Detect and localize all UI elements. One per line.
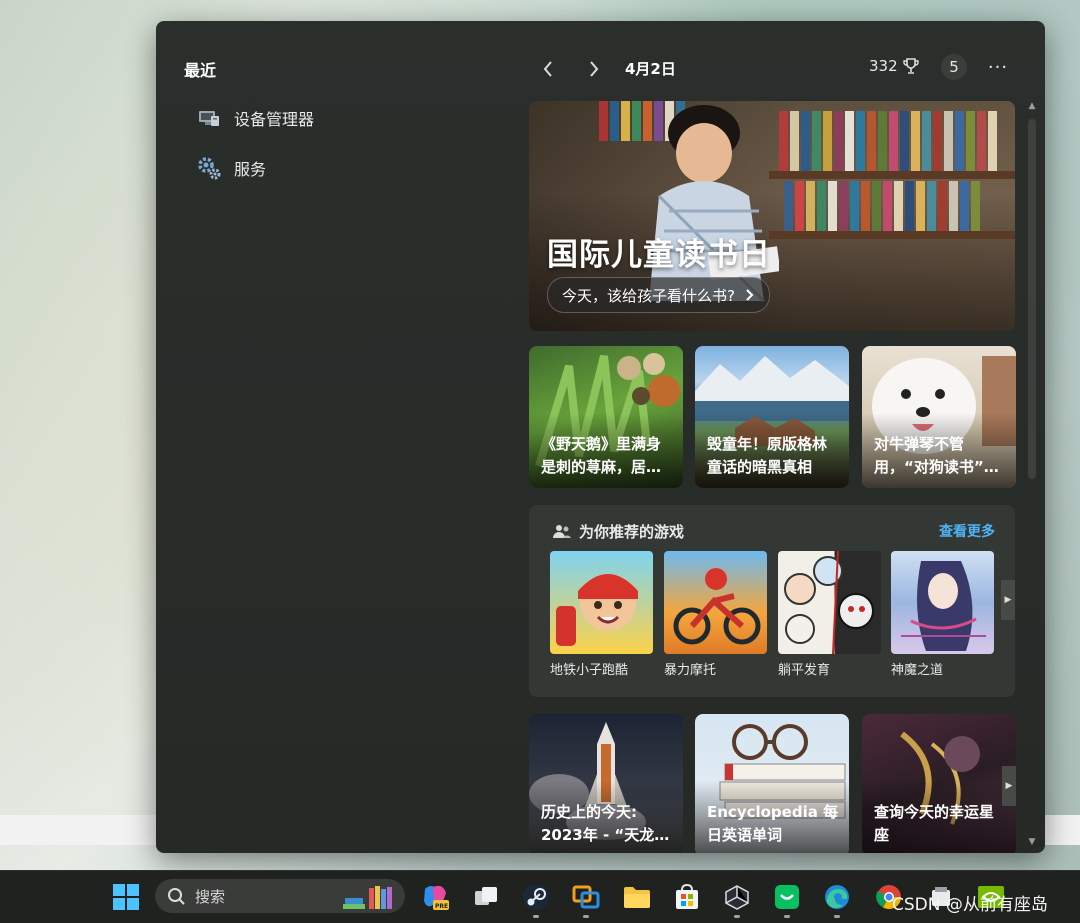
unity-icon bbox=[725, 885, 749, 910]
search-icon bbox=[168, 888, 185, 905]
news-card[interactable]: 毁童年！原版格林童话的暗黑真相 bbox=[695, 346, 849, 488]
steam-button[interactable] bbox=[520, 881, 552, 918]
folder-icon bbox=[624, 887, 650, 908]
recent-item-device-manager[interactable]: 设备管理器 bbox=[196, 105, 314, 131]
edge-icon bbox=[825, 885, 849, 909]
store-icon bbox=[676, 884, 698, 909]
search-placeholder: 搜索 bbox=[195, 887, 226, 906]
current-date: 4月2日 bbox=[625, 60, 676, 78]
task-view-icon bbox=[475, 887, 497, 905]
recent-title: 最近 bbox=[184, 61, 217, 80]
news-card[interactable]: 查询今天的幸运星座 ▶ bbox=[862, 714, 1016, 853]
see-more-link[interactable]: 查看更多 bbox=[939, 521, 995, 541]
shelf-decoration bbox=[769, 231, 1015, 239]
csdn-watermark: CSDN @从前有座岛 bbox=[892, 895, 1048, 915]
recent-item-label: 设备管理器 bbox=[234, 110, 315, 129]
unity-hub-button[interactable] bbox=[721, 881, 753, 918]
chevron-right-icon bbox=[590, 61, 599, 77]
hero-card[interactable]: 国际儿童读书日 今天，该给孩子看什么书? bbox=[529, 101, 1015, 331]
game-tile[interactable]: 地铁小子跑酷 bbox=[550, 551, 653, 678]
games-scroll-right-button[interactable]: ▶ bbox=[1001, 580, 1015, 620]
subway-surfers-image bbox=[550, 551, 653, 654]
news-card[interactable]: 《野天鹅》里满身是刺的荨麻，居… bbox=[529, 346, 683, 488]
steam-icon bbox=[523, 884, 549, 910]
game-name: 地铁小子跑酷 bbox=[550, 663, 629, 678]
recommended-games-section: 为你推荐的游戏 查看更多 地铁小子跑酷 暴力摩托 躺平发育 神魔之道 ▶ bbox=[529, 505, 1015, 697]
file-explorer-button[interactable] bbox=[621, 881, 653, 913]
widgets-panel: 最近 设备管理器 服务 4月2日 332 5 ··· 国际儿童读书日 今天，该给… bbox=[156, 21, 1045, 853]
news-card[interactable]: 历史上的今天: 2023年 - “天龙… bbox=[529, 714, 683, 853]
svg-text:PRE: PRE bbox=[435, 903, 448, 910]
device-manager-icon bbox=[196, 105, 222, 131]
lie-flat-image bbox=[778, 551, 881, 654]
game-tile[interactable]: 神魔之道 bbox=[891, 551, 994, 678]
scroll-up-icon[interactable]: ▲ bbox=[1026, 101, 1038, 113]
chevron-left-icon bbox=[543, 61, 552, 77]
start-button[interactable] bbox=[110, 881, 142, 913]
microsoft-store-button[interactable] bbox=[671, 881, 703, 913]
recent-item-services[interactable]: 服务 bbox=[196, 155, 266, 181]
shelf-decoration bbox=[769, 171, 1015, 179]
game-tile[interactable]: 暴力摩托 bbox=[664, 551, 767, 678]
shenmo-image bbox=[891, 551, 994, 654]
card-caption: 毁童年！原版格林童话的暗黑真相 bbox=[707, 435, 828, 476]
game-name: 神魔之道 bbox=[891, 663, 944, 678]
services-gear-icon bbox=[196, 155, 222, 181]
remote-desktop-button[interactable] bbox=[570, 881, 602, 918]
taskbar-search-box[interactable]: 搜索 bbox=[155, 879, 405, 913]
copilot-pre-icon: PRE bbox=[424, 885, 449, 910]
edge-button[interactable] bbox=[821, 881, 853, 918]
game-tile[interactable]: 躺平发育 bbox=[778, 551, 881, 678]
bookshelf-decoration bbox=[784, 181, 980, 231]
wechat-button[interactable] bbox=[771, 881, 803, 918]
rewards-points[interactable]: 332 bbox=[869, 57, 920, 75]
recent-item-label: 服务 bbox=[234, 160, 267, 179]
next-day-button[interactable] bbox=[579, 54, 609, 84]
play-arrow-icon: ▶ bbox=[1005, 781, 1013, 791]
game-name: 暴力摩托 bbox=[664, 663, 717, 678]
news-card[interactable]: 对牛弹琴不管用，“对狗读书”… bbox=[862, 346, 1016, 488]
scroll-down-icon[interactable]: ▼ bbox=[1026, 837, 1038, 849]
news-card[interactable]: Encyclopedia 每日英语单词 bbox=[695, 714, 849, 853]
task-view-button[interactable] bbox=[470, 881, 502, 913]
chevron-right-icon bbox=[746, 289, 754, 301]
card-caption: 历史上的今天: 2023年 - “天龙… bbox=[541, 803, 670, 844]
trophy-icon bbox=[902, 58, 919, 74]
players-icon bbox=[553, 524, 571, 538]
panel-scrollbar[interactable]: ▲ ▼ bbox=[1024, 101, 1040, 853]
card-caption: 对牛弹琴不管用，“对狗读书”… bbox=[874, 435, 999, 476]
notification-badge[interactable]: 5 bbox=[941, 54, 967, 80]
points-value: 332 bbox=[869, 57, 898, 75]
card-caption: 查询今天的幸运星座 bbox=[874, 803, 995, 844]
copilot-button[interactable]: PRE bbox=[419, 881, 451, 913]
windows-start-icon bbox=[113, 884, 139, 910]
card-caption: Encyclopedia 每日英语单词 bbox=[707, 803, 839, 844]
hero-title: 国际儿童读书日 bbox=[547, 237, 771, 273]
games-section-title: 为你推荐的游戏 bbox=[553, 521, 684, 542]
game-name: 躺平发育 bbox=[778, 663, 831, 678]
wechat-icon bbox=[775, 885, 799, 909]
remote-desktop-icon bbox=[572, 885, 600, 909]
card-caption: 《野天鹅》里满身是刺的荨麻，居… bbox=[541, 435, 662, 476]
more-options-button[interactable]: ··· bbox=[985, 54, 1011, 80]
news-scroll-right-button[interactable]: ▶ bbox=[1002, 766, 1016, 806]
hero-link-button[interactable]: 今天，该给孩子看什么书? bbox=[547, 277, 770, 313]
play-arrow-icon: ▶ bbox=[1004, 595, 1012, 605]
scrollbar-thumb[interactable] bbox=[1028, 119, 1036, 479]
bookshelf-decoration bbox=[779, 111, 997, 171]
games-title-label: 为你推荐的游戏 bbox=[579, 523, 685, 541]
hero-link-label: 今天，该给孩子看什么书? bbox=[562, 286, 735, 305]
moto-x3m-image bbox=[664, 551, 767, 654]
books-highlight-icon bbox=[343, 886, 392, 909]
previous-day-button[interactable] bbox=[533, 54, 563, 84]
